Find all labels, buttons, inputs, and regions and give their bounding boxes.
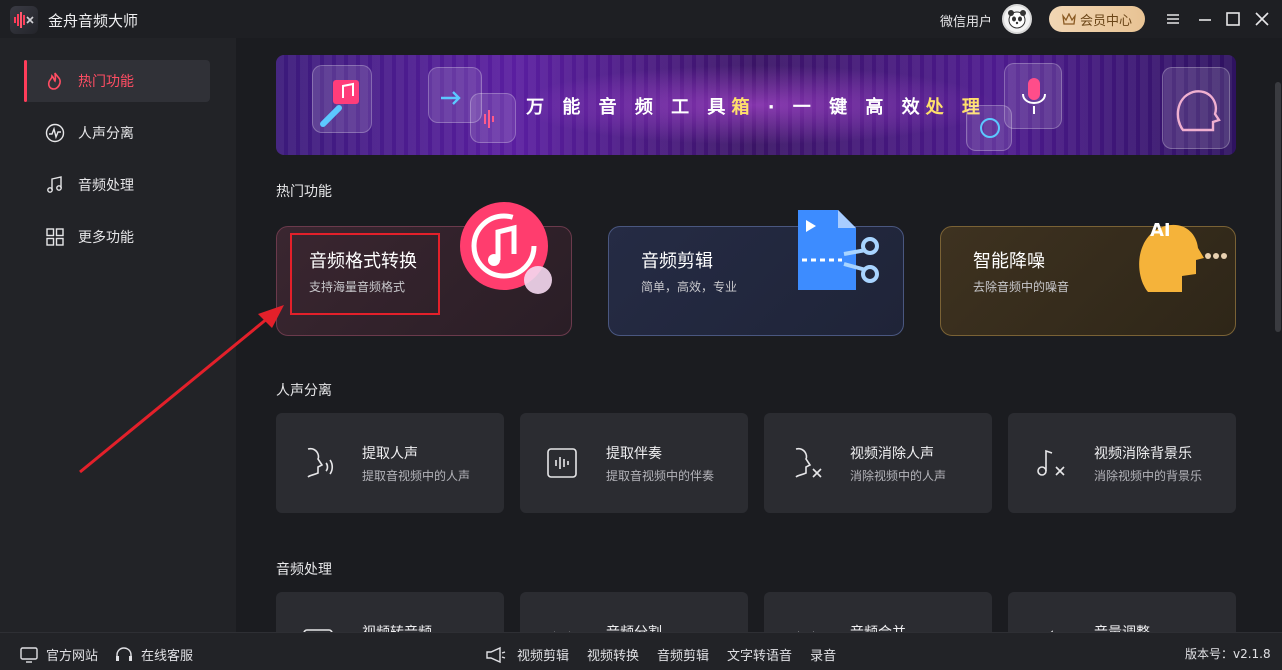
format-convert-icon bbox=[460, 202, 552, 294]
sidebar-item-more[interactable]: 更多功能 bbox=[24, 216, 210, 258]
scrollbar[interactable] bbox=[1274, 38, 1282, 632]
card-title: 音频合并 bbox=[850, 622, 906, 632]
card-title: 视频消除背景乐 bbox=[1094, 446, 1192, 462]
card-subtitle: 提取音视频中的伴奏 bbox=[606, 469, 715, 483]
sidebar-item-audio[interactable]: 音频处理 bbox=[24, 164, 210, 206]
grid-icon bbox=[44, 226, 66, 248]
footer-link-video-edit[interactable]: 视频剪辑 bbox=[517, 645, 569, 664]
card-subtitle: 去除音频中的噪音 bbox=[973, 280, 1070, 294]
fire-icon bbox=[44, 70, 66, 92]
sidebar-item-label: 人声分离 bbox=[78, 126, 134, 142]
card-title: 音频剪辑 bbox=[641, 251, 713, 272]
card-subtitle: 消除视频中的人声 bbox=[850, 469, 947, 483]
close-icon[interactable] bbox=[1252, 9, 1272, 29]
promo-banner[interactable]: 万 能 音 频 工 具箱 · 一 键 高 效处 理 bbox=[276, 55, 1236, 155]
banner-slogan: 万 能 音 频 工 具箱 · 一 键 高 效处 理 bbox=[526, 97, 986, 118]
title-bar: 金舟音频大师 微信用户 会员中心 bbox=[0, 0, 1282, 38]
monitor-icon bbox=[966, 105, 1012, 151]
card-title: 音量调整 bbox=[1094, 622, 1150, 632]
card-subtitle: 简单，高效，专业 bbox=[641, 280, 738, 294]
vip-center-button[interactable]: 会员中心 bbox=[1049, 6, 1145, 32]
waveform-circle-icon bbox=[44, 122, 66, 144]
card-title: 提取人声 bbox=[362, 446, 418, 462]
footer-link-audio-edit[interactable]: 音频剪辑 bbox=[657, 645, 709, 664]
app-title: 金舟音频大师 bbox=[48, 12, 139, 30]
panda-avatar-icon bbox=[1008, 10, 1026, 29]
section-title-hot: 热门功能 bbox=[276, 184, 332, 200]
menu-icon[interactable] bbox=[1163, 9, 1183, 29]
audio-cut-icon bbox=[798, 210, 879, 290]
official-website-label: 官方网站 bbox=[46, 649, 99, 664]
scissors-icon bbox=[544, 624, 580, 632]
active-indicator bbox=[24, 60, 27, 102]
user-avatar[interactable] bbox=[1002, 4, 1032, 34]
card-subtitle: 提取音视频中的人声 bbox=[362, 469, 471, 483]
card-title: 提取伴奏 bbox=[606, 446, 662, 462]
footer-link-video-convert[interactable]: 视频转换 bbox=[587, 645, 639, 664]
volume-icon bbox=[1032, 624, 1068, 632]
sidebar-item-hot[interactable]: 热门功能 bbox=[24, 60, 210, 102]
maximize-icon[interactable] bbox=[1223, 9, 1243, 29]
extract-accompaniment-card[interactable]: 提取伴奏 提取音视频中的伴奏 bbox=[520, 413, 748, 513]
audio-merge-card[interactable]: 音频合并 bbox=[764, 592, 992, 632]
video-to-audio-icon bbox=[300, 624, 336, 632]
audio-split-card[interactable]: 音频分割 bbox=[520, 592, 748, 632]
sidebar-item-label: 音频处理 bbox=[78, 178, 134, 194]
video-remove-bgm-card[interactable]: 视频消除背景乐 消除视频中的背景乐 bbox=[1008, 413, 1236, 513]
sidebar-item-label: 更多功能 bbox=[78, 230, 134, 246]
version-label: 版本号：v2.1.8 bbox=[1185, 647, 1271, 661]
footer-link-tts[interactable]: 文字转语音 bbox=[727, 645, 792, 664]
online-support-link[interactable]: 在线客服 bbox=[115, 645, 193, 664]
voice-remove-icon bbox=[788, 445, 824, 481]
card-subtitle: 消除视频中的背景乐 bbox=[1094, 469, 1203, 483]
card-title: 智能降噪 bbox=[973, 251, 1045, 272]
app-logo-icon bbox=[10, 6, 38, 34]
scrollbar-thumb[interactable] bbox=[1275, 82, 1281, 332]
minimize-icon[interactable] bbox=[1195, 9, 1215, 29]
crown-icon bbox=[1062, 13, 1076, 25]
online-support-label: 在线客服 bbox=[141, 649, 194, 664]
extract-vocals-card[interactable]: 提取人声 提取音视频中的人声 bbox=[276, 413, 504, 513]
section-title-vocal: 人声分离 bbox=[276, 383, 332, 399]
megaphone-icon bbox=[486, 646, 506, 663]
section-title-audio: 音频处理 bbox=[276, 562, 332, 578]
sidebar-item-vocal[interactable]: 人声分离 bbox=[24, 112, 210, 154]
volume-adjust-card[interactable]: 音量调整 bbox=[1008, 592, 1236, 632]
user-name[interactable]: 微信用户 bbox=[940, 11, 992, 30]
sidebar: 热门功能 人声分离 音频处理 更多功能 bbox=[0, 38, 236, 632]
ai-head-icon bbox=[1162, 67, 1230, 149]
monitor-icon bbox=[20, 646, 38, 663]
main-content: 万 能 音 频 工 具箱 · 一 键 高 效处 理 热门功能 音频格式转换 支持… bbox=[236, 38, 1282, 632]
svg-text:AI: AI bbox=[1150, 220, 1171, 241]
card-title: 音频分割 bbox=[606, 622, 662, 632]
headset-icon bbox=[116, 646, 132, 661]
sidebar-item-label: 热门功能 bbox=[78, 74, 134, 90]
footer-link-record[interactable]: 录音 bbox=[810, 645, 836, 664]
music-remove-icon bbox=[1032, 445, 1068, 481]
card-title: 视频转音频 bbox=[362, 622, 432, 632]
ai-denoise-icon: AI bbox=[1139, 220, 1227, 292]
video-remove-vocals-card[interactable]: 视频消除人声 消除视频中的人声 bbox=[764, 413, 992, 513]
promo-links: 视频剪辑 视频转换 音频剪辑 文字转语音 录音 bbox=[485, 645, 836, 664]
highlight-box bbox=[290, 233, 440, 315]
voice-face-icon bbox=[300, 445, 336, 481]
footer-bar: 官方网站 在线客服 视频剪辑 视频转换 音频剪辑 文字转语音 录音 版本号：v2… bbox=[0, 632, 1282, 670]
music-note-icon bbox=[44, 174, 66, 196]
waveform-box-icon bbox=[544, 445, 580, 481]
vip-center-label: 会员中心 bbox=[1079, 13, 1132, 29]
merge-arrows-icon bbox=[788, 624, 824, 632]
official-website-link[interactable]: 官方网站 bbox=[20, 645, 98, 664]
video-to-audio-card[interactable]: 视频转音频 bbox=[276, 592, 504, 632]
card-title: 视频消除人声 bbox=[850, 446, 934, 462]
